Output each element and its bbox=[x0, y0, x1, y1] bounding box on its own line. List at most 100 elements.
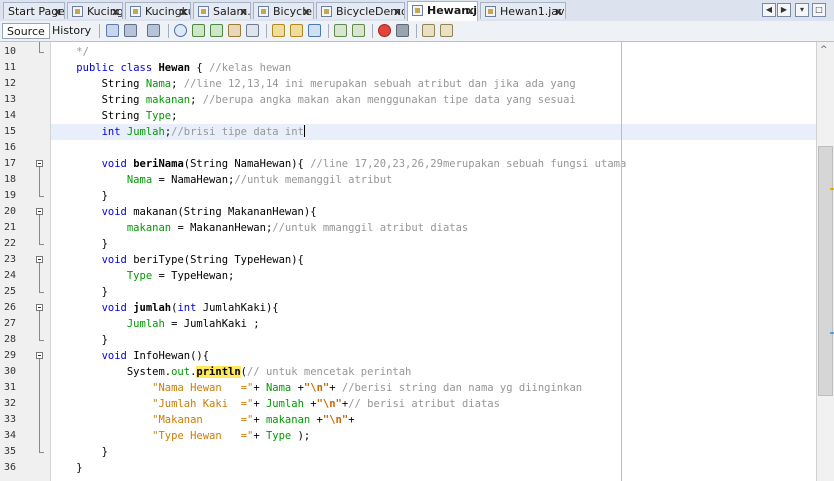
back-icon[interactable] bbox=[124, 24, 137, 37]
scrollbar-thumb[interactable] bbox=[818, 146, 833, 396]
next-bookmark-icon[interactable] bbox=[290, 24, 303, 37]
code-line[interactable]: } bbox=[51, 332, 108, 348]
code-line[interactable]: Jumlah = JumlahKaki ; bbox=[51, 316, 260, 332]
code-line[interactable]: void InfoHewan(){ bbox=[51, 348, 209, 364]
code-line[interactable]: void jumlah(int JumlahKaki){ bbox=[51, 300, 279, 316]
code-token: + bbox=[253, 382, 266, 394]
code-token: } bbox=[51, 190, 108, 202]
code-line[interactable]: int Jumlah;//brisi tipe data int bbox=[51, 124, 305, 140]
find-next-icon[interactable] bbox=[210, 24, 223, 37]
fold-guide-end bbox=[39, 244, 44, 245]
shift-left-icon[interactable] bbox=[334, 24, 347, 37]
code-line[interactable]: } bbox=[51, 444, 108, 460]
editor-tab[interactable]: Hewan1.java...x bbox=[480, 2, 566, 19]
code-line[interactable]: void beriType(String TypeHewan){ bbox=[51, 252, 304, 268]
find-icon[interactable] bbox=[174, 24, 187, 37]
code-token: //untuk mmanggil atribut diatas bbox=[272, 222, 469, 234]
scroll-tabs-right-icon[interactable]: ▶ bbox=[777, 3, 791, 17]
editor-tab[interactable]: Kucingku.javax bbox=[125, 2, 191, 19]
tab-list-dropdown-icon[interactable]: ▾ bbox=[795, 3, 809, 17]
editor-tab[interactable]: BicycleDemo.javax bbox=[316, 2, 405, 19]
vertical-scrollbar[interactable]: ^ bbox=[816, 42, 834, 481]
fold-collapse-icon[interactable] bbox=[36, 160, 43, 167]
code-line[interactable]: String Type; bbox=[51, 108, 178, 124]
source-view-button[interactable]: Source bbox=[2, 23, 50, 39]
right-margin-guide bbox=[621, 42, 622, 481]
code-token: String bbox=[51, 94, 146, 106]
code-line[interactable]: */ bbox=[51, 44, 89, 60]
code-line[interactable]: String Nama; //line 12,13,14 ini merupak… bbox=[51, 76, 576, 92]
code-line[interactable]: void makanan(String MakananHewan){ bbox=[51, 204, 317, 220]
java-file-icon bbox=[198, 6, 209, 17]
scroll-tabs-left-icon[interactable]: ◀ bbox=[762, 3, 776, 17]
code-token: beriNama bbox=[133, 158, 184, 170]
code-line[interactable]: } bbox=[51, 460, 82, 476]
error-stripe-mark[interactable] bbox=[830, 188, 834, 190]
editor-tab[interactable]: Kucing.javax bbox=[67, 2, 123, 19]
code-token: Jumlah bbox=[265, 398, 304, 410]
line-number-gutter[interactable]: 10 11 12 13 14 15 16 17 18 19 20 21 22 23 24 25 26 27 28 29… bbox=[0, 42, 51, 481]
code-editor[interactable]: */ public class Hewan { //kelas hewan St… bbox=[51, 42, 816, 481]
fold-collapse-icon[interactable] bbox=[36, 256, 43, 263]
code-line[interactable]: } bbox=[51, 188, 108, 204]
close-tab-icon[interactable]: x bbox=[240, 3, 247, 19]
code-line[interactable]: public class Hewan { //kelas hewan bbox=[51, 60, 291, 76]
code-line[interactable]: Nama = NamaHewan;//untuk memanggil atrib… bbox=[51, 172, 393, 188]
code-line[interactable]: makanan = MakananHewan;//untuk mmanggil … bbox=[51, 220, 468, 236]
error-stripe-mark[interactable] bbox=[830, 332, 834, 334]
code-line[interactable]: "Type Hewan ="+ Type ); bbox=[51, 428, 310, 444]
previous-bookmark-icon[interactable] bbox=[272, 24, 285, 37]
uncomment-icon[interactable] bbox=[440, 24, 453, 37]
editor-tab[interactable]: Bicycle.javax bbox=[253, 2, 314, 19]
close-tab-icon[interactable]: x bbox=[54, 3, 61, 19]
forward-icon[interactable] bbox=[147, 24, 160, 37]
caret-up-icon[interactable]: ^ bbox=[820, 45, 828, 55]
line-number: 21 bbox=[4, 222, 17, 233]
java-file-icon bbox=[130, 6, 141, 17]
fold-collapse-icon[interactable] bbox=[36, 352, 43, 359]
code-line[interactable]: String makanan; //berupa angka makan aka… bbox=[51, 92, 576, 108]
fold-collapse-icon[interactable] bbox=[36, 208, 43, 215]
editor-tab[interactable]: Salam.javax bbox=[193, 2, 251, 19]
close-tab-icon[interactable]: x bbox=[467, 2, 474, 19]
close-tab-icon[interactable]: x bbox=[112, 3, 119, 19]
start-macro-icon[interactable] bbox=[378, 24, 391, 37]
line-number: 11 bbox=[4, 62, 17, 73]
close-tab-icon[interactable]: x bbox=[180, 3, 187, 19]
line-number: 32 bbox=[4, 398, 17, 409]
toggle-highlight-icon[interactable] bbox=[228, 24, 241, 37]
code-token: ); bbox=[291, 430, 311, 442]
code-token: + bbox=[253, 414, 266, 426]
close-tab-icon[interactable]: x bbox=[303, 3, 310, 19]
history-view-button[interactable]: History bbox=[48, 23, 95, 39]
shift-right-icon[interactable] bbox=[352, 24, 365, 37]
code-line[interactable]: } bbox=[51, 284, 108, 300]
code-line[interactable]: void beriNama(String NamaHewan){ //line … bbox=[51, 156, 627, 172]
code-line[interactable]: "Makanan ="+ makanan +"\n"+ bbox=[51, 412, 354, 428]
last-edit-icon[interactable] bbox=[106, 24, 119, 37]
fold-collapse-icon[interactable] bbox=[36, 304, 43, 311]
comment-icon[interactable] bbox=[422, 24, 435, 37]
restore-window-icon[interactable]: □ bbox=[812, 3, 826, 17]
code-line[interactable]: "Jumlah Kaki ="+ Jumlah +"\n"+// berisi … bbox=[51, 396, 500, 412]
code-line[interactable]: Type = TypeHewan; bbox=[51, 268, 234, 284]
code-token: "\n" bbox=[316, 398, 342, 410]
editor-tab[interactable]: Hewan.javax bbox=[407, 1, 478, 21]
code-token: void bbox=[101, 350, 134, 362]
toggle-bookmark-icon[interactable] bbox=[308, 24, 321, 37]
fold-guide bbox=[39, 215, 40, 244]
stop-macro-icon[interactable] bbox=[396, 24, 409, 37]
code-line[interactable]: } bbox=[51, 236, 108, 252]
code-line[interactable]: System.out.println(// untuk mencetak per… bbox=[51, 364, 411, 380]
close-tab-icon[interactable]: x bbox=[555, 3, 562, 19]
code-token: void bbox=[101, 206, 134, 218]
editor-tab[interactable]: Start Page x bbox=[3, 2, 65, 19]
code-token: //line 17,20,23,26,29merupakan sebuah fu… bbox=[310, 158, 627, 170]
find-previous-icon[interactable] bbox=[192, 24, 205, 37]
close-tab-icon[interactable]: x bbox=[394, 3, 401, 19]
toggle-rect-selection-icon[interactable] bbox=[246, 24, 259, 37]
code-line[interactable]: "Nama Hewan ="+ Nama +"\n"+ //berisi str… bbox=[51, 380, 582, 396]
